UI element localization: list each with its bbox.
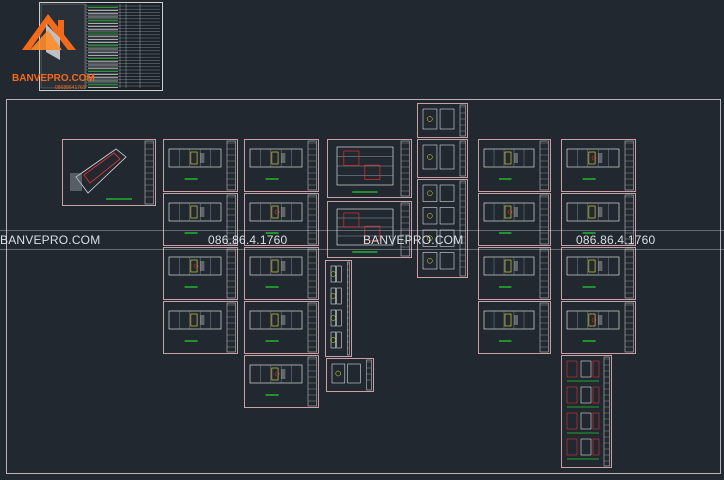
brand-name: BANVEPRO.COM [12, 73, 95, 84]
watermark-phone-right: 086.86.4.1760 [576, 233, 656, 247]
sheet-column-detail[interactable] [325, 260, 352, 357]
sheet-plan-col1-r4[interactable] [163, 301, 238, 354]
sheet-detail-top[interactable] [417, 103, 468, 138]
sheet-plan-col1-r1[interactable] [163, 139, 238, 192]
watermark-site-left: BANVEPRO.COM [0, 233, 101, 247]
watermark-site-center: BANVEPRO.COM [363, 233, 464, 247]
sheet-stair-detail[interactable] [326, 358, 374, 392]
sheet-door-schedule[interactable] [561, 355, 612, 468]
sheet-plan-col2-r1[interactable] [244, 139, 319, 192]
sheet-elevation-a[interactable] [327, 139, 412, 198]
sheet-plan-col2-r3[interactable] [244, 247, 319, 300]
sheet-detail-mid[interactable] [417, 139, 468, 178]
watermark-phone-center: 086.86.4.1760 [208, 233, 288, 247]
sheet-plan-col5-r4[interactable] [478, 301, 551, 354]
model-frame [6, 99, 721, 474]
sheet-plan-col5-r2[interactable] [478, 193, 551, 246]
sheet-plan-col5-r1[interactable] [478, 139, 551, 192]
sheet-site-plan[interactable] [62, 139, 156, 206]
sheet-plan-col5-r3[interactable] [478, 247, 551, 300]
sheet-detail-low[interactable] [417, 179, 468, 278]
brand-phone: 0868864176S [55, 85, 87, 91]
sheet-plan-col6-r3[interactable] [561, 247, 636, 300]
sheet-plan-col6-r1[interactable] [561, 139, 636, 192]
sheet-plan-col1-r3[interactable] [163, 247, 238, 300]
sheet-plan-col6-r4[interactable] [561, 301, 636, 354]
sheet-plan-col2-r4[interactable] [244, 301, 319, 354]
sheet-plan-col2-r5[interactable] [244, 355, 319, 408]
